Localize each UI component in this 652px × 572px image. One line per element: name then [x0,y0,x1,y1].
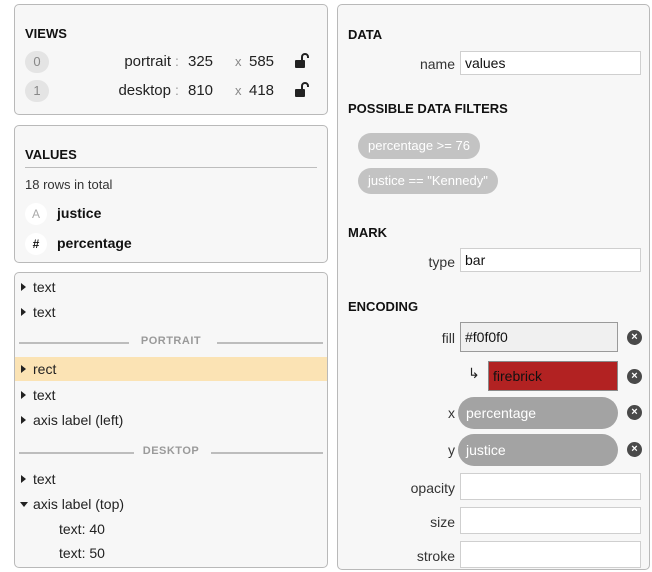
section-divider-desktop: DESKTOP [19,445,323,459]
layers-panel: text text PORTRAIT rect text axis label … [14,272,328,568]
expand-icon[interactable] [21,391,26,399]
view-times: x [235,54,242,69]
divider [25,167,317,168]
arrow-icon: ↳ [468,365,480,381]
name-label: name [419,56,455,72]
values-panel: VALUES 18 rows in total A justice # perc… [14,125,328,263]
views-heading: VIEWS [25,26,67,41]
views-panel: VIEWS 0 portrait : 325 x 585 1 desktop :… [14,4,328,115]
fill-override-input[interactable]: firebrick [488,361,618,391]
view-colon: : [175,82,179,98]
layer-subitem[interactable]: text: 50 [59,545,105,561]
encoding-heading: ENCODING [348,299,419,314]
remove-icon[interactable]: × [627,330,642,345]
size-label: size [430,514,455,530]
expand-icon[interactable] [21,416,26,424]
section-label: PORTRAIT [140,335,202,347]
expand-icon[interactable] [21,365,26,373]
x-label: x [448,405,455,421]
row-count: 18 rows in total [25,177,113,192]
layer-label: text [33,387,56,403]
expand-icon[interactable] [21,308,26,316]
x-field-chip[interactable]: percentage [458,397,618,429]
remove-icon[interactable]: × [627,369,642,384]
layer-label: text [33,304,56,320]
type-label: type [428,254,455,270]
values-heading: VALUES [25,147,77,162]
inspector-panel: DATA name values POSSIBLE DATA FILTERS p… [337,4,650,570]
view-index: 0 [25,51,49,73]
field-name[interactable]: justice [57,205,101,221]
layer-item-expanded[interactable]: axis label (top) [15,492,327,516]
view-name[interactable]: portrait [124,53,171,70]
layer-label: rect [33,361,57,377]
expand-icon[interactable] [21,283,26,291]
layer-item[interactable]: text [15,275,327,299]
filter-chip[interactable]: justice == "Kennedy" [358,168,498,194]
opacity-label: opacity [410,480,455,496]
size-input[interactable] [460,507,641,534]
divider-line [217,342,323,344]
unlock-icon[interactable] [293,81,311,99]
layer-label: axis label (left) [33,412,124,428]
y-label: y [448,442,455,458]
layer-item-selected[interactable]: rect [15,357,327,381]
section-divider-portrait: PORTRAIT [19,335,323,349]
layer-subitem[interactable]: text: 40 [59,521,105,537]
view-height[interactable]: 585 [249,53,274,70]
expand-icon[interactable] [21,475,26,483]
collapse-icon[interactable] [20,502,28,507]
layer-label: text [33,279,56,295]
layer-item[interactable]: text [15,300,327,324]
layer-label: text [33,471,56,487]
view-row-portrait[interactable]: 0 portrait : 325 x 585 [25,51,321,73]
stroke-input[interactable] [460,541,641,568]
view-row-desktop[interactable]: 1 desktop : 810 x 418 [25,80,321,102]
view-times: x [235,83,242,98]
filters-heading: POSSIBLE DATA FILTERS [348,101,508,116]
unlock-icon[interactable] [293,52,311,70]
opacity-input[interactable] [460,473,641,500]
stroke-label: stroke [416,548,455,564]
layer-item[interactable]: text [15,467,327,491]
section-label: DESKTOP [142,445,200,457]
view-width[interactable]: 325 [188,53,213,70]
field-name[interactable]: percentage [57,235,132,251]
view-name[interactable]: desktop [118,82,171,99]
y-field-chip[interactable]: justice [458,434,618,466]
fill-input[interactable]: #f0f0f0 [460,322,618,352]
layer-label: axis label (top) [33,496,125,512]
name-input[interactable]: values [460,51,641,75]
mark-heading: MARK [348,225,387,240]
view-colon: : [175,53,179,69]
view-index: 1 [25,80,49,102]
fill-label: fill [441,330,455,346]
layer-item[interactable]: text [15,383,327,407]
filter-chip[interactable]: percentage >= 76 [358,133,480,159]
layer-item[interactable]: axis label (left) [15,408,327,432]
remove-icon[interactable]: × [627,442,642,457]
mark-type-select[interactable]: bar [460,248,641,272]
view-width[interactable]: 810 [188,82,213,99]
remove-icon[interactable]: × [627,405,642,420]
view-height[interactable]: 418 [249,82,274,99]
number-type-badge: # [25,233,47,255]
data-heading: DATA [348,27,383,42]
text-type-badge: A [25,203,47,225]
divider-line [211,452,323,454]
